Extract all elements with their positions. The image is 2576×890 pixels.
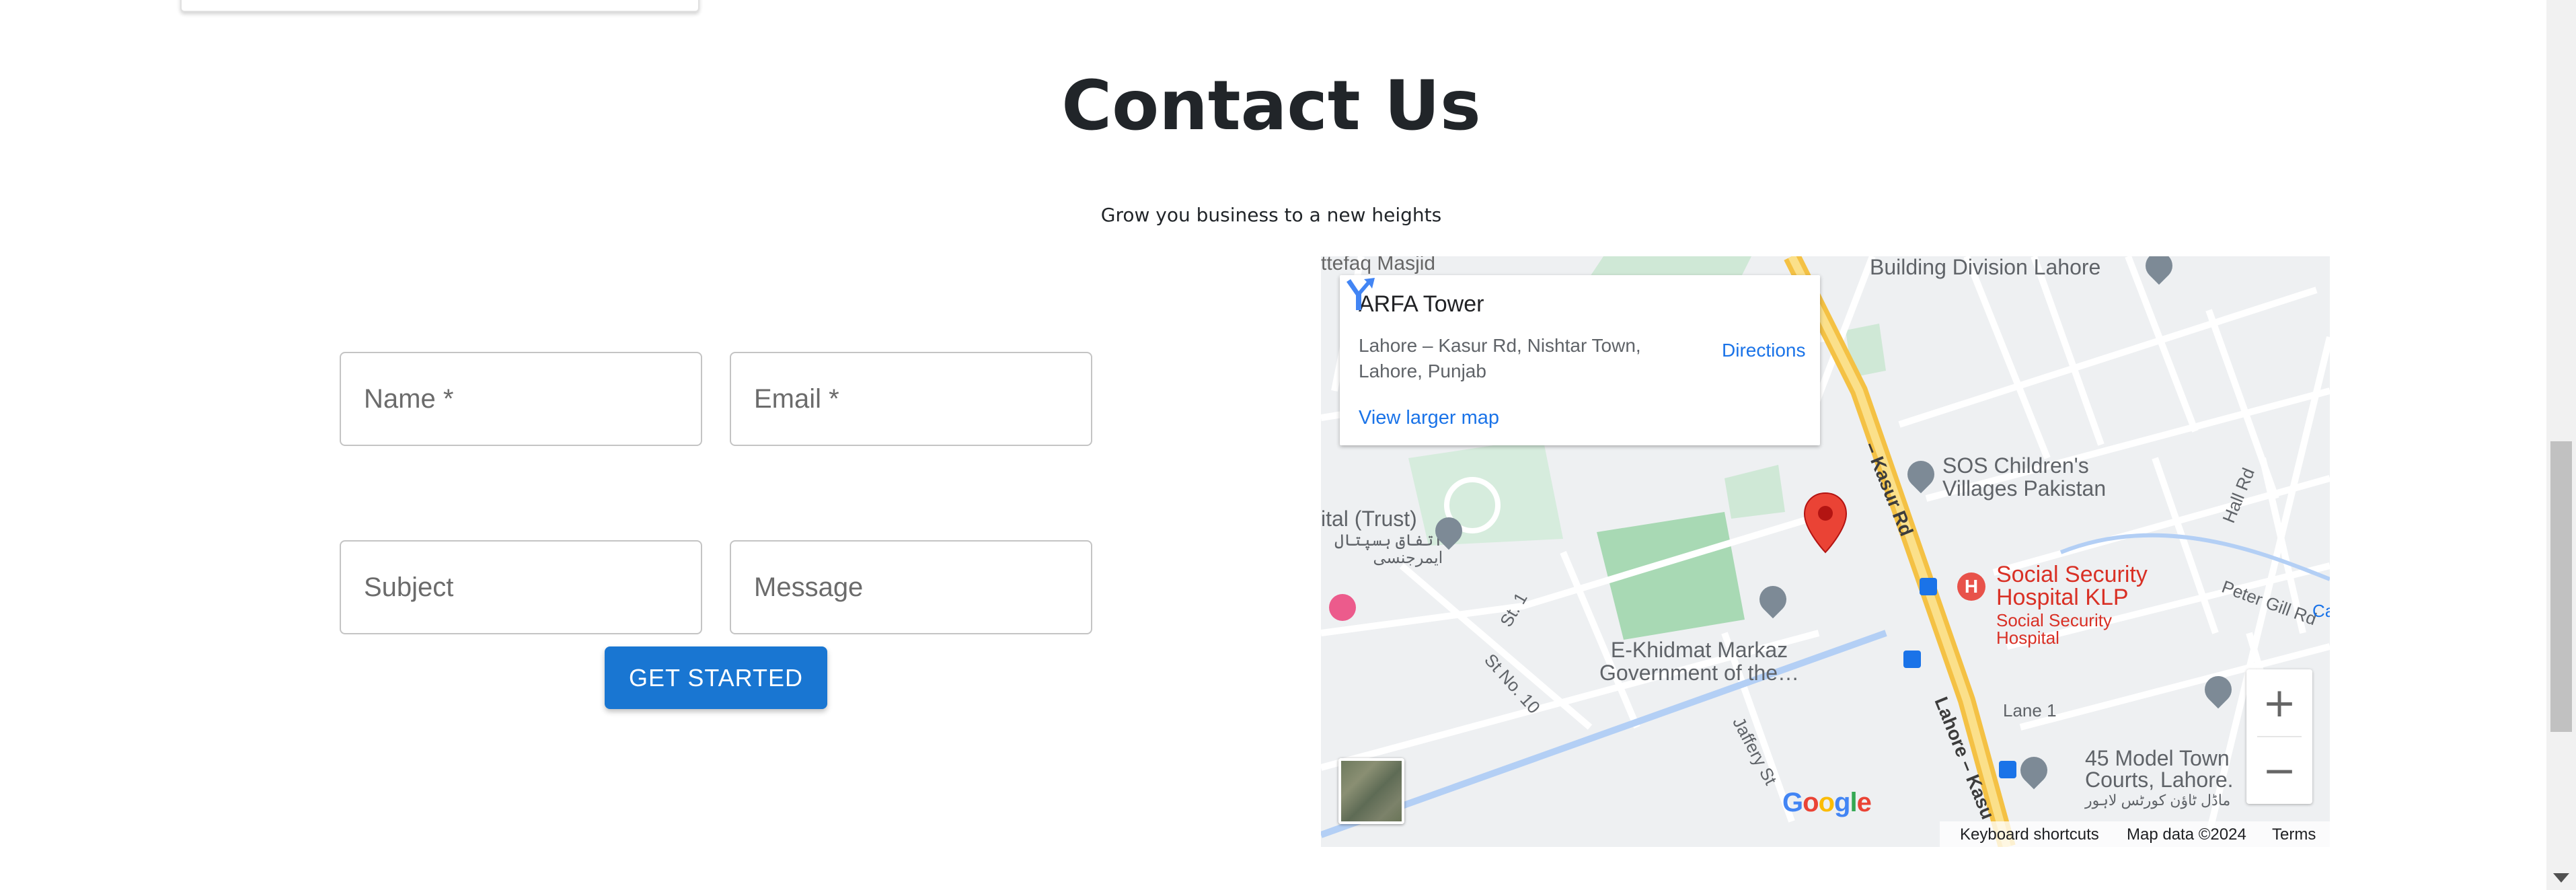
hotel-icon [1329,594,1356,621]
google-logo-letter: o [1818,788,1835,817]
hospital-icon: H [1957,572,1985,601]
map-label-building-division: Building Division Lahore [1870,256,2101,279]
embedded-map[interactable]: ttefaq Masjid Building Division Lahore S… [1321,256,2330,847]
bus-stop-icon [1920,578,1937,595]
map-label-urdu-court: ماڈل ٹاؤن کورٹس لاہور [2085,792,2231,809]
zoom-controls: + − [2246,669,2312,804]
subject-placeholder: Subject [364,572,454,602]
view-larger-map-link[interactable]: View larger map [1359,407,1499,429]
google-logo-letter: l [1850,788,1857,817]
google-logo-letter: g [1834,788,1850,817]
message-field[interactable]: Message [730,540,1092,634]
map-label-sos: SOS Children's Villages Pakistan [1942,453,2107,500]
name-field[interactable]: Name * [340,352,702,446]
map-label-ca: Ca [2312,601,2330,621]
scroll-down-arrow-icon[interactable] [2553,873,2569,883]
map-label-lane1: Lane 1 [2003,700,2057,720]
map-label-masjid: ttefaq Masjid [1321,256,1436,274]
map-label-social-security: Social Security Hospital KLP [1996,562,2148,610]
place-info-card: ARFA Tower Lahore – Kasur Rd, Nishtar To… [1340,275,1820,445]
page-scrollbar[interactable] [2546,0,2576,890]
name-placeholder: Name * [364,383,454,414]
map-footer: Keyboard shortcuts Map data ©2024 Terms [1321,821,2330,847]
map-label-social-security-small: Social Security Hospital [1996,610,2112,648]
subject-field[interactable]: Subject [340,540,702,634]
message-placeholder: Message [754,572,864,602]
location-marker-icon[interactable] [1803,492,1848,554]
map-data-label: Map data ©2024 [2127,825,2246,844]
google-logo-letter: o [1803,788,1819,817]
zoom-out-button[interactable]: − [2246,737,2312,804]
google-logo-letter: e [1856,788,1872,817]
map-label-model-town: 45 Model Town Courts, Lahore. [2085,746,2234,792]
map-label-urdu-hospital: اتفاق ہسپتال ایمرجنسی [1334,531,1443,567]
google-logo: Google [1782,788,1872,818]
satellite-toggle-button[interactable] [1338,758,1404,824]
bus-stop-icon [1903,651,1921,668]
terms-link[interactable]: Terms [2272,825,2316,844]
map-label-hospital-trust: ital (Trust) [1321,507,1417,531]
email-placeholder: Email * [754,383,839,414]
zoom-in-button[interactable]: + [2246,669,2312,736]
keyboard-shortcuts-link[interactable]: Keyboard shortcuts [1960,825,2099,844]
scrollbar-thumb[interactable] [2550,441,2572,732]
email-field[interactable]: Email * [730,352,1092,446]
previous-section-card [180,0,699,12]
map-label-ekhidmat: E-Khidmat Markaz Government of the… [1599,638,1800,685]
contact-subtitle: Grow you business to a new heights [1100,204,1442,226]
get-started-button[interactable]: GET STARTED [605,646,827,709]
directions-link[interactable]: Directions [1722,340,1805,361]
bus-stop-icon [1999,761,2016,778]
directions-icon[interactable] [1340,275,1377,313]
contact-title: Contact Us [1061,66,1481,146]
google-logo-letter: G [1782,788,1803,817]
place-address: Lahore – Kasur Rd, Nishtar Town, Lahore,… [1359,335,1641,381]
